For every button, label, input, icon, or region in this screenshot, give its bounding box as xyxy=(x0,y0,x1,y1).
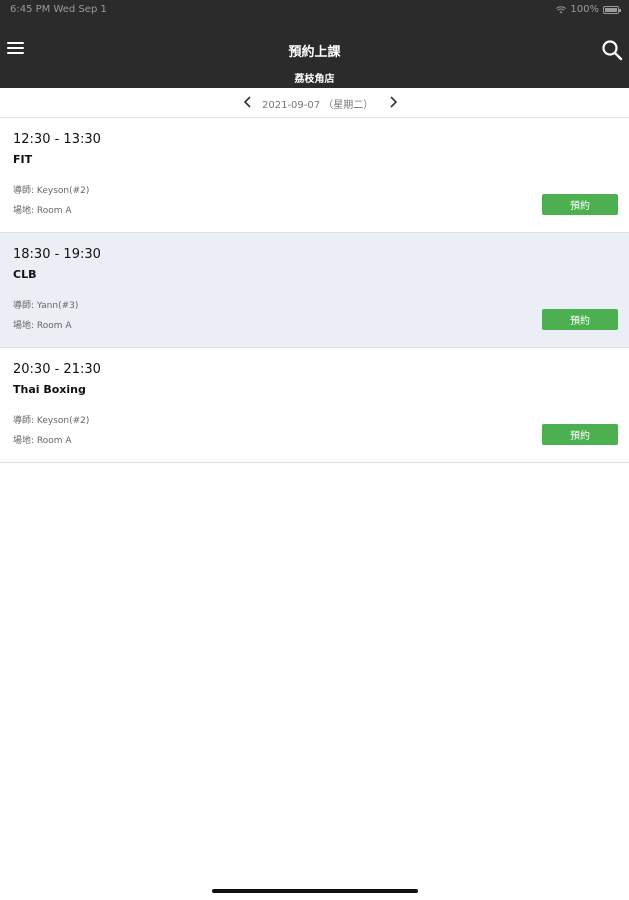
class-room: 場地: Room A xyxy=(13,206,72,216)
class-item: 12:30 - 13:30 FIT 導師: Keyson(#2) 場地: Roo… xyxy=(0,118,629,233)
chevron-right-icon[interactable] xyxy=(386,94,400,110)
class-item: 18:30 - 19:30 CLB 導師: Yann(#3) 場地: Room … xyxy=(0,233,629,348)
class-item: 20:30 - 21:30 Thai Boxing 導師: Keyson(#2)… xyxy=(0,348,629,463)
class-time: 12:30 - 13:30 xyxy=(13,132,101,147)
class-room: 場地: Room A xyxy=(13,321,72,331)
class-time: 18:30 - 19:30 xyxy=(13,247,101,262)
page-title: 預約上課 xyxy=(288,45,341,60)
status-right: 100% xyxy=(556,4,621,15)
book-button[interactable]: 預約 xyxy=(542,309,618,330)
branch-name: 荔枝角店 xyxy=(294,74,335,85)
search-icon[interactable] xyxy=(601,39,623,61)
book-button[interactable]: 預約 xyxy=(542,424,618,445)
battery-percent: 100% xyxy=(570,4,599,15)
class-coach: 導師: Yann(#3) xyxy=(13,301,79,311)
class-name: Thai Boxing xyxy=(13,383,86,396)
battery-icon xyxy=(603,5,621,14)
book-button[interactable]: 預約 xyxy=(542,194,618,215)
chevron-left-icon[interactable] xyxy=(241,94,255,110)
home-indicator xyxy=(212,889,418,893)
class-list: 12:30 - 13:30 FIT 導師: Keyson(#2) 場地: Roo… xyxy=(0,118,629,463)
wifi-icon xyxy=(556,5,567,13)
class-time: 20:30 - 21:30 xyxy=(13,362,101,377)
class-name: CLB xyxy=(13,268,37,281)
status-bar: 6:45 PM Wed Sep 1 100% xyxy=(0,0,629,20)
class-room: 場地: Room A xyxy=(13,436,72,446)
header-bar: 預約上課 荔枝角店 xyxy=(0,20,629,88)
class-coach: 導師: Keyson(#2) xyxy=(13,416,90,426)
date-navigator: 2021-09-07 （星期二） xyxy=(0,88,629,118)
class-coach: 導師: Keyson(#2) xyxy=(13,186,90,196)
status-time-date: 6:45 PM Wed Sep 1 xyxy=(10,4,107,15)
selected-date: 2021-09-07 （星期二） xyxy=(262,100,374,111)
class-name: FIT xyxy=(13,153,33,166)
